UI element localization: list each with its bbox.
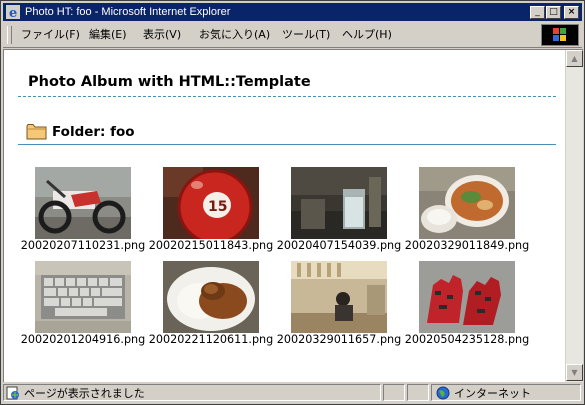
minimize-button[interactable]: _ xyxy=(530,6,545,19)
browser-window: e Photo HT: foo - Microsoft Internet Exp… xyxy=(0,0,585,405)
photo-filename[interactable]: 20020215011843.png xyxy=(145,239,277,253)
photo-filename[interactable]: 20020407154039.png xyxy=(273,239,405,253)
title-bar[interactable]: e Photo HT: foo - Microsoft Internet Exp… xyxy=(3,3,582,21)
menu-edit[interactable]: 編集(E) xyxy=(89,28,127,42)
folder-title: Folder: foo xyxy=(52,124,135,140)
close-button[interactable]: × xyxy=(564,6,579,19)
photo-restaurant[interactable] xyxy=(291,261,387,333)
svg-text:e: e xyxy=(9,6,17,19)
svg-text:15: 15 xyxy=(208,199,227,215)
photo-keyboard[interactable] xyxy=(35,261,131,333)
photo-filename[interactable]: 20020504235128.png xyxy=(401,333,533,347)
menu-grip[interactable] xyxy=(7,26,12,44)
menu-favorites[interactable]: お気に入り(A) xyxy=(199,28,270,42)
menu-bar: ファイル(F) 編集(E) 表示(V) お気に入り(A) ツール(T) ヘルプ(… xyxy=(3,23,582,48)
photo-gloves[interactable] xyxy=(419,261,515,333)
page-icon xyxy=(6,386,19,400)
maximize-button[interactable]: □ xyxy=(546,6,561,19)
photo-filename[interactable]: 20020201204916.png xyxy=(17,333,149,347)
status-pane xyxy=(383,384,405,401)
menu-view[interactable]: 表示(V) xyxy=(143,28,181,42)
status-bar: ページが表示されました インターネット xyxy=(3,383,582,402)
photo-filename[interactable]: 20020329011657.png xyxy=(273,333,405,347)
photo-billiard-ball[interactable]: 15 xyxy=(163,167,259,239)
security-zone-label: インターネット xyxy=(454,387,531,400)
vertical-scrollbar[interactable]: ▲ ▼ xyxy=(565,50,583,382)
page-title: Photo Album with HTML::Template xyxy=(28,74,311,90)
window-title: Photo HT: foo - Microsoft Internet Explo… xyxy=(25,6,231,18)
folder-divider xyxy=(18,144,556,145)
photo-filename[interactable]: 20020207110231.png xyxy=(17,239,149,253)
page-viewport: Photo Album with HTML::Template Folder: … xyxy=(3,49,583,382)
status-pane xyxy=(407,384,429,401)
ie-icon: e xyxy=(6,5,20,19)
heading-divider xyxy=(18,96,556,97)
status-message: ページが表示されました xyxy=(24,387,145,400)
scroll-down-button[interactable]: ▼ xyxy=(566,364,583,381)
windows-logo xyxy=(541,24,579,46)
menu-tools[interactable]: ツール(T) xyxy=(282,28,330,42)
status-message-pane: ページが表示されました xyxy=(3,384,381,401)
menu-help[interactable]: ヘルプ(H) xyxy=(342,28,392,42)
photo-glass[interactable] xyxy=(291,167,387,239)
folder-icon xyxy=(26,124,47,140)
photo-filename[interactable]: 20020329011849.png xyxy=(401,239,533,253)
globe-icon xyxy=(436,386,450,400)
photo-motorcycle[interactable] xyxy=(35,167,131,239)
photo-ramen[interactable] xyxy=(419,167,515,239)
scroll-up-button[interactable]: ▲ xyxy=(566,50,583,67)
photo-filename[interactable]: 20020221120611.png xyxy=(145,333,277,347)
page-content: Photo Album with HTML::Template Folder: … xyxy=(4,50,565,382)
security-zone-pane[interactable]: インターネット xyxy=(431,384,581,401)
menu-file[interactable]: ファイル(F) xyxy=(21,28,80,42)
photo-curry[interactable] xyxy=(163,261,259,333)
